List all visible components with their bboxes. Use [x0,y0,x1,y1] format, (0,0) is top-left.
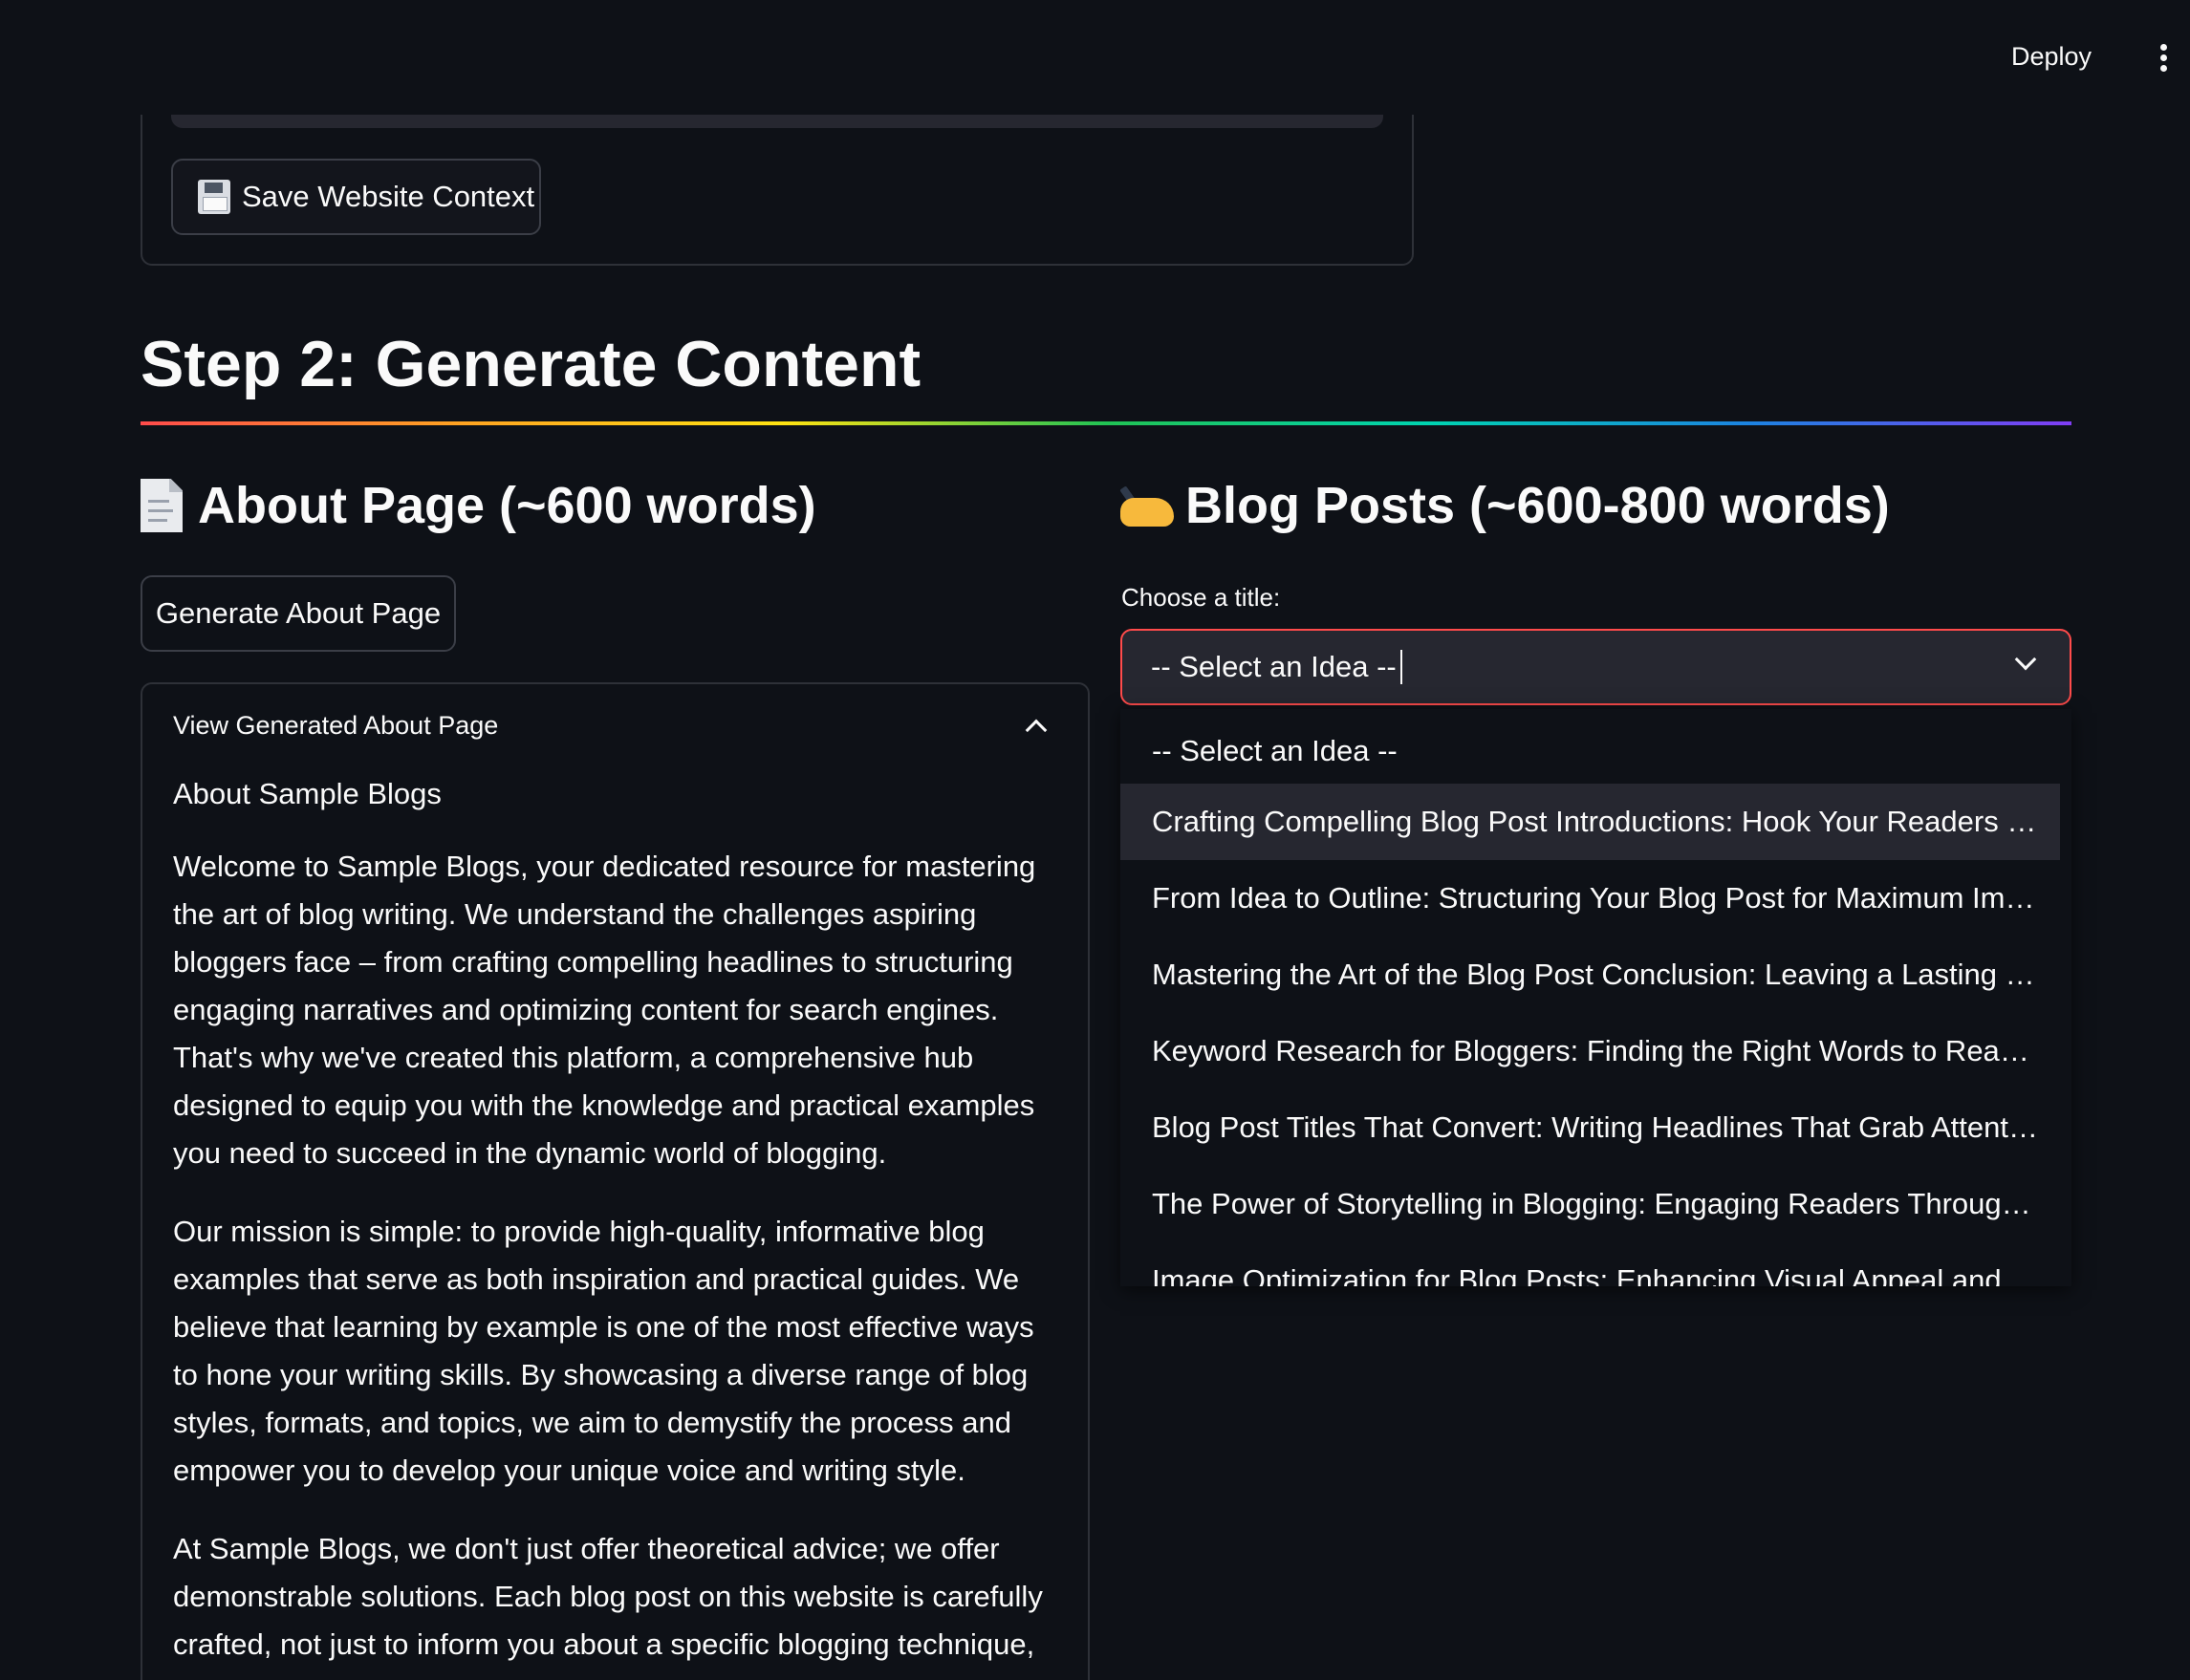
step2-heading: Step 2: Generate Content [141,328,922,400]
about-page-heading: About Page (~600 words) [141,476,816,535]
choose-title-label: Choose a title: [1121,583,1281,612]
text-caret [1399,650,1402,684]
floppy-disk-icon [198,180,230,214]
rainbow-divider [141,421,2071,425]
select-value: -- Select an Idea -- [1151,650,1397,683]
about-page-expander: View Generated About Page About Sample B… [141,682,1090,1680]
save-website-context-button[interactable]: Save Website Context [171,159,541,235]
blog-title-select[interactable]: -- Select an Idea -- [1120,629,2071,705]
dropdown-option[interactable]: Image Optimization for Blog Posts: Enhan… [1120,1242,2060,1286]
blog-posts-heading-text: Blog Posts (~600-800 words) [1185,477,1890,534]
expander-label[interactable]: View Generated About Page [173,711,498,741]
deploy-button[interactable]: Deploy [2011,42,2092,72]
app-page: Save Website Context Deploy Step 2: Gene… [0,0,2190,1680]
page-facing-up-icon [141,479,183,532]
chevron-up-icon[interactable] [1025,719,1048,742]
dropdown-option[interactable]: The Power of Storytelling in Blogging: E… [1120,1166,2060,1242]
save-website-context-label: Save Website Context [242,180,535,213]
writing-hand-icon [1119,481,1174,530]
about-page-title: About Sample Blogs [173,777,442,810]
generate-about-page-button[interactable]: Generate About Page [141,575,456,652]
about-paragraph: Welcome to Sample Blogs, your dedicated … [173,850,1036,1170]
blog-title-dropdown: -- Select an Idea -- Crafting Compelling… [1120,709,2071,1286]
about-page-content: About Sample Blogs Welcome to Sample Blo… [173,770,1062,1680]
dropdown-option[interactable]: Mastering the Art of the Blog Post Concl… [1120,937,2060,1013]
app-header: Deploy [0,0,2190,115]
about-paragraph: At Sample Blogs, we don't just offer the… [173,1532,1043,1661]
dropdown-option[interactable]: Crafting Compelling Blog Post Introducti… [1120,784,2060,860]
dropdown-option[interactable]: From Idea to Outline: Structuring Your B… [1120,860,2060,937]
kebab-menu-icon[interactable] [2157,44,2169,73]
dropdown-option[interactable]: Keyword Research for Bloggers: Finding t… [1120,1013,2060,1089]
about-page-heading-text: About Page (~600 words) [198,477,816,534]
blog-posts-heading: Blog Posts (~600-800 words) [1119,476,1890,535]
chevron-down-icon[interactable] [2014,648,2037,671]
about-paragraph: Our mission is simple: to provide high-q… [173,1215,1034,1487]
dropdown-option[interactable]: Blog Post Titles That Convert: Writing H… [1120,1089,2060,1166]
dropdown-option[interactable]: -- Select an Idea -- [1120,713,2060,789]
